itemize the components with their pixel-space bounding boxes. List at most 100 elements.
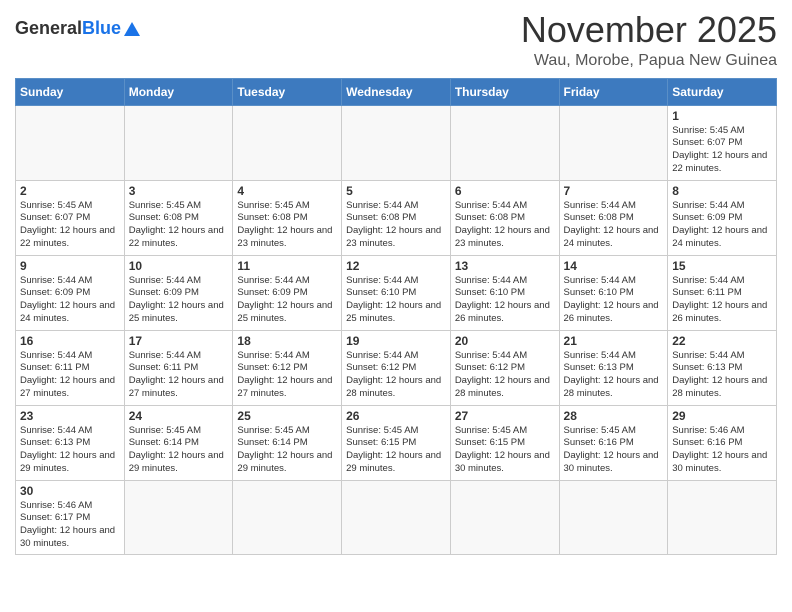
page-header: General Blue November 2025 Wau, Morobe, … [15,10,777,70]
title-area: November 2025 Wau, Morobe, Papua New Gui… [521,10,777,70]
calendar-day-cell [559,480,668,554]
calendar-week-row: 23 Sunrise: 5:44 AM Sunset: 6:13 PM Dayli… [16,405,777,480]
calendar-day-cell: 16Sunrise: 5:44 AM Sunset: 6:11 PM Dayli… [16,330,125,405]
day-sun-info: Sunrise: 5:44 AM Sunset: 6:08 PM Dayligh… [346,200,446,251]
day-number: 30 [20,484,120,498]
calendar-day-cell: 2Sunrise: 5:45 AM Sunset: 6:07 PM Daylig… [16,180,125,255]
day-sun-info: Sunrise: 5:45 AM Sunset: 6:07 PM Dayligh… [672,125,772,176]
day-number: 6 [455,184,555,198]
day-sun-info: Sunrise: 5:44 AM Sunset: 6:12 PM Dayligh… [455,350,555,401]
day-sun-info: Sunrise: 5:44 AM Sunset: 6:08 PM Dayligh… [564,200,664,251]
day-sun-info: Sunrise: 5:44 AM Sunset: 6:10 PM Dayligh… [564,275,664,326]
calendar-day-cell: 26Sunrise: 5:45 AM Sunset: 6:15 PM Dayli… [342,405,451,480]
calendar-day-cell [342,105,451,180]
calendar-day-cell [450,105,559,180]
day-of-week-header: Thursday [450,78,559,105]
day-sun-info: Sunrise: 5:44 AM Sunset: 6:12 PM Dayligh… [346,350,446,401]
day-of-week-header: Sunday [16,78,125,105]
calendar-week-row: 16Sunrise: 5:44 AM Sunset: 6:11 PM Dayli… [16,330,777,405]
day-number: 25 [237,409,337,423]
day-sun-info: Sunrise: 5:44 AM Sunset: 6:08 PM Dayligh… [455,200,555,251]
day-sun-info: Sunrise: 5:44 AM Sunset: 6:09 PM Dayligh… [20,275,120,326]
day-number: 3 [129,184,229,198]
calendar-day-cell: 23 Sunrise: 5:44 AM Sunset: 6:13 PM Dayli… [16,405,125,480]
calendar-header-row: SundayMondayTuesdayWednesdayThursdayFrid… [16,78,777,105]
calendar-day-cell: 25Sunrise: 5:45 AM Sunset: 6:14 PM Dayli… [233,405,342,480]
calendar-day-cell [124,105,233,180]
day-sun-info: Sunrise: 5:44 AM Sunset: 6:11 PM Dayligh… [20,350,120,401]
calendar-table: SundayMondayTuesdayWednesdayThursdayFrid… [15,78,777,555]
day-sun-info: Sunrise: 5:45 AM Sunset: 6:15 PM Dayligh… [346,425,446,476]
calendar-day-cell: 10 Sunrise: 5:44 AM Sunset: 6:09 PM Dayli… [124,255,233,330]
calendar-day-cell: 3 Sunrise: 5:45 AM Sunset: 6:08 PM Daylig… [124,180,233,255]
calendar-day-cell [450,480,559,554]
day-sun-info: Sunrise: 5:44 AM Sunset: 6:11 PM Dayligh… [129,350,229,401]
calendar-day-cell: 6 Sunrise: 5:44 AM Sunset: 6:08 PM Daylig… [450,180,559,255]
logo-general-text: General [15,18,82,39]
calendar-week-row: 1 Sunrise: 5:45 AM Sunset: 6:07 PM Daylig… [16,105,777,180]
day-number: 14 [564,259,664,273]
day-sun-info: Sunrise: 5:45 AM Sunset: 6:15 PM Dayligh… [455,425,555,476]
calendar-day-cell [342,480,451,554]
calendar-day-cell: 20Sunrise: 5:44 AM Sunset: 6:12 PM Dayli… [450,330,559,405]
calendar-day-cell [124,480,233,554]
calendar-day-cell: 5 Sunrise: 5:44 AM Sunset: 6:08 PM Daylig… [342,180,451,255]
calendar-day-cell: 12Sunrise: 5:44 AM Sunset: 6:10 PM Dayli… [342,255,451,330]
day-number: 2 [20,184,120,198]
day-of-week-header: Tuesday [233,78,342,105]
day-sun-info: Sunrise: 5:46 AM Sunset: 6:16 PM Dayligh… [672,425,772,476]
day-sun-info: Sunrise: 5:45 AM Sunset: 6:08 PM Dayligh… [129,200,229,251]
day-number: 28 [564,409,664,423]
logo-blue-text: Blue [82,18,121,39]
calendar-day-cell: 8Sunrise: 5:44 AM Sunset: 6:09 PM Daylig… [668,180,777,255]
calendar-day-cell: 21Sunrise: 5:44 AM Sunset: 6:13 PM Dayli… [559,330,668,405]
calendar-day-cell: 27Sunrise: 5:45 AM Sunset: 6:15 PM Dayli… [450,405,559,480]
calendar-day-cell: 18Sunrise: 5:44 AM Sunset: 6:12 PM Dayli… [233,330,342,405]
day-sun-info: Sunrise: 5:44 AM Sunset: 6:13 PM Dayligh… [20,425,120,476]
day-number: 10 [129,259,229,273]
month-title: November 2025 [521,10,777,50]
day-sun-info: Sunrise: 5:44 AM Sunset: 6:09 PM Dayligh… [129,275,229,326]
calendar-day-cell: 28 Sunrise: 5:45 AM Sunset: 6:16 PM Dayli… [559,405,668,480]
day-number: 9 [20,259,120,273]
day-sun-info: Sunrise: 5:44 AM Sunset: 6:10 PM Dayligh… [455,275,555,326]
calendar-day-cell [233,480,342,554]
day-number: 15 [672,259,772,273]
day-of-week-header: Monday [124,78,233,105]
calendar-week-row: 2Sunrise: 5:45 AM Sunset: 6:07 PM Daylig… [16,180,777,255]
day-number: 17 [129,334,229,348]
day-sun-info: Sunrise: 5:46 AM Sunset: 6:17 PM Dayligh… [20,500,120,551]
day-number: 18 [237,334,337,348]
day-number: 4 [237,184,337,198]
day-of-week-header: Wednesday [342,78,451,105]
calendar-day-cell: 7 Sunrise: 5:44 AM Sunset: 6:08 PM Daylig… [559,180,668,255]
calendar-day-cell: 15 Sunrise: 5:44 AM Sunset: 6:11 PM Dayli… [668,255,777,330]
location-subtitle: Wau, Morobe, Papua New Guinea [521,52,777,70]
day-sun-info: Sunrise: 5:44 AM Sunset: 6:13 PM Dayligh… [672,350,772,401]
calendar-day-cell: 1 Sunrise: 5:45 AM Sunset: 6:07 PM Daylig… [668,105,777,180]
day-number: 13 [455,259,555,273]
day-of-week-header: Friday [559,78,668,105]
calendar-day-cell: 29Sunrise: 5:46 AM Sunset: 6:16 PM Dayli… [668,405,777,480]
calendar-week-row: 9 Sunrise: 5:44 AM Sunset: 6:09 PM Daylig… [16,255,777,330]
day-of-week-header: Saturday [668,78,777,105]
calendar-day-cell: 13 Sunrise: 5:44 AM Sunset: 6:10 PM Dayli… [450,255,559,330]
calendar-day-cell: 11Sunrise: 5:44 AM Sunset: 6:09 PM Dayli… [233,255,342,330]
day-number: 12 [346,259,446,273]
day-sun-info: Sunrise: 5:44 AM Sunset: 6:11 PM Dayligh… [672,275,772,326]
day-sun-info: Sunrise: 5:45 AM Sunset: 6:16 PM Dayligh… [564,425,664,476]
calendar-day-cell: 14 Sunrise: 5:44 AM Sunset: 6:10 PM Dayli… [559,255,668,330]
calendar-day-cell [16,105,125,180]
calendar-day-cell: 22Sunrise: 5:44 AM Sunset: 6:13 PM Dayli… [668,330,777,405]
calendar-day-cell: 30 Sunrise: 5:46 AM Sunset: 6:17 PM Dayli… [16,480,125,554]
calendar-day-cell: 4Sunrise: 5:45 AM Sunset: 6:08 PM Daylig… [233,180,342,255]
day-number: 5 [346,184,446,198]
calendar-day-cell [668,480,777,554]
day-number: 23 [20,409,120,423]
day-number: 24 [129,409,229,423]
day-number: 8 [672,184,772,198]
day-number: 1 [672,109,772,123]
day-number: 21 [564,334,664,348]
day-number: 7 [564,184,664,198]
calendar-day-cell: 24Sunrise: 5:45 AM Sunset: 6:14 PM Dayli… [124,405,233,480]
